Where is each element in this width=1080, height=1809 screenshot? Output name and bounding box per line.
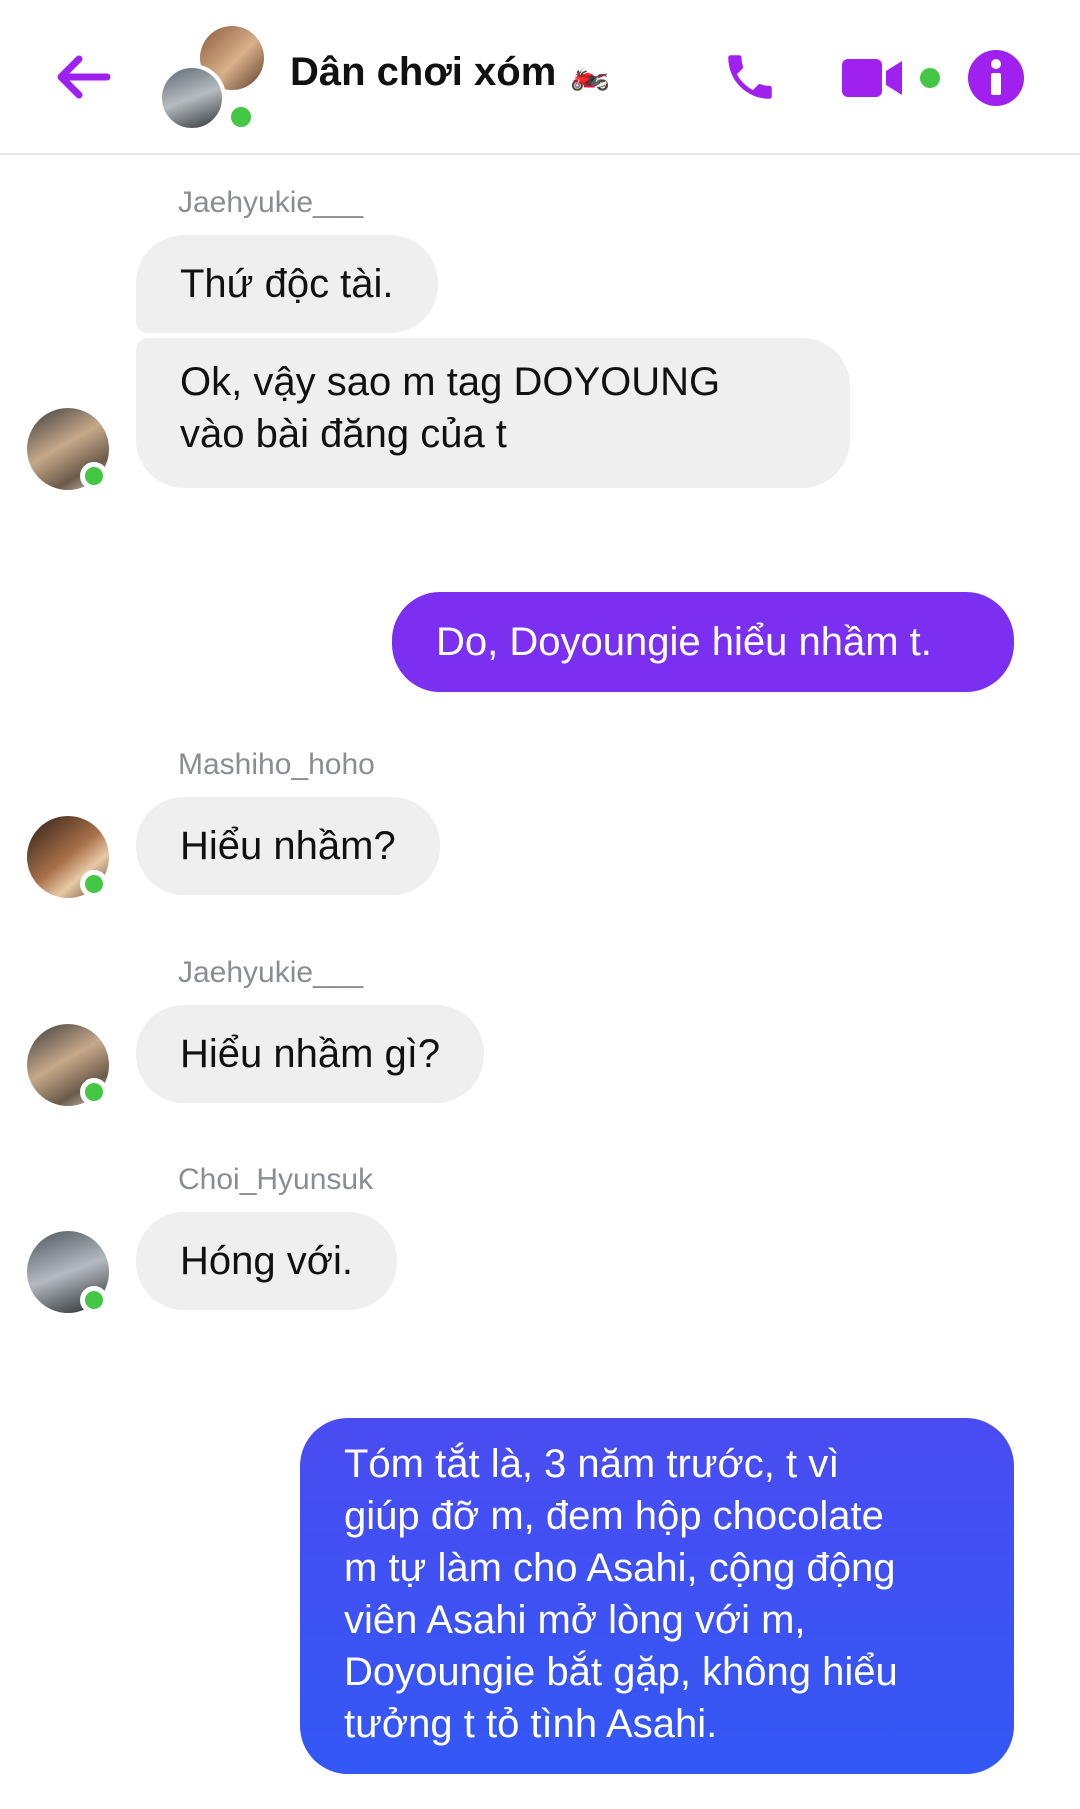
message-line: Doyoungie bắt gặp, không hiểu	[344, 1650, 898, 1694]
info-icon	[968, 50, 1024, 106]
sender-name: Jaehyukie___	[178, 956, 364, 989]
info-button[interactable]	[966, 48, 1026, 108]
sender-name: Jaehyukie___	[178, 186, 364, 219]
sender-name: Mashiho_hoho	[178, 748, 375, 781]
member-avatar-photo	[158, 64, 226, 132]
message-line: m tự làm cho Asahi, cộng động	[344, 1546, 896, 1590]
voice-call-button[interactable]	[715, 42, 785, 112]
message-bubble[interactable]: Thứ độc tài.	[136, 235, 438, 333]
own-message-bubble[interactable]: Do, Doyoungie hiểu nhầm t.	[392, 592, 1014, 692]
active-call-dot	[920, 68, 940, 88]
message-line: Ok, vậy sao m tag DOYOUNG	[180, 360, 721, 404]
message-line: viên Asahi mở lòng với m,	[344, 1598, 806, 1642]
video-camera-icon	[842, 59, 902, 97]
message-bubble[interactable]: Hiểu nhầm gì?	[136, 1005, 485, 1103]
online-status-dot	[80, 870, 108, 898]
arrow-left-icon	[57, 55, 111, 99]
conversation-title[interactable]: Dân chơi xóm 🏍️	[290, 50, 610, 95]
online-status-dot	[80, 1286, 108, 1314]
message-line: tưởng t tỏ tình Asahi.	[344, 1702, 718, 1746]
message-bubble[interactable]: Hóng với.	[136, 1212, 397, 1310]
motorcycle-emoji: 🏍️	[570, 54, 611, 91]
online-status-dot	[80, 462, 108, 490]
message-line: giúp đỡ m, đem hộp chocolate	[344, 1494, 884, 1538]
own-message-bubble[interactable]: Tóm tắt là, 3 năm trước, t vì giúp đỡ m,…	[300, 1418, 1014, 1774]
group-avatar[interactable]	[158, 26, 268, 136]
video-call-button[interactable]	[840, 50, 940, 106]
message-bubble[interactable]: Ok, vậy sao m tag DOYOUNG vào bài đăng c…	[136, 338, 850, 488]
phone-icon	[728, 55, 772, 99]
message-line: Tóm tắt là, 3 năm trước, t vì	[344, 1442, 840, 1486]
online-status-dot	[226, 102, 256, 132]
back-button[interactable]	[48, 42, 118, 112]
message-line: vào bài đăng của t	[180, 412, 507, 456]
sender-name: Choi_Hyunsuk	[178, 1163, 374, 1196]
online-status-dot	[80, 1078, 108, 1106]
message-bubble[interactable]: Hiểu nhầm?	[136, 797, 440, 895]
chat-header: Dân chơi xóm 🏍️	[0, 0, 1080, 155]
conversation-title-text: Dân chơi xóm	[290, 50, 557, 94]
